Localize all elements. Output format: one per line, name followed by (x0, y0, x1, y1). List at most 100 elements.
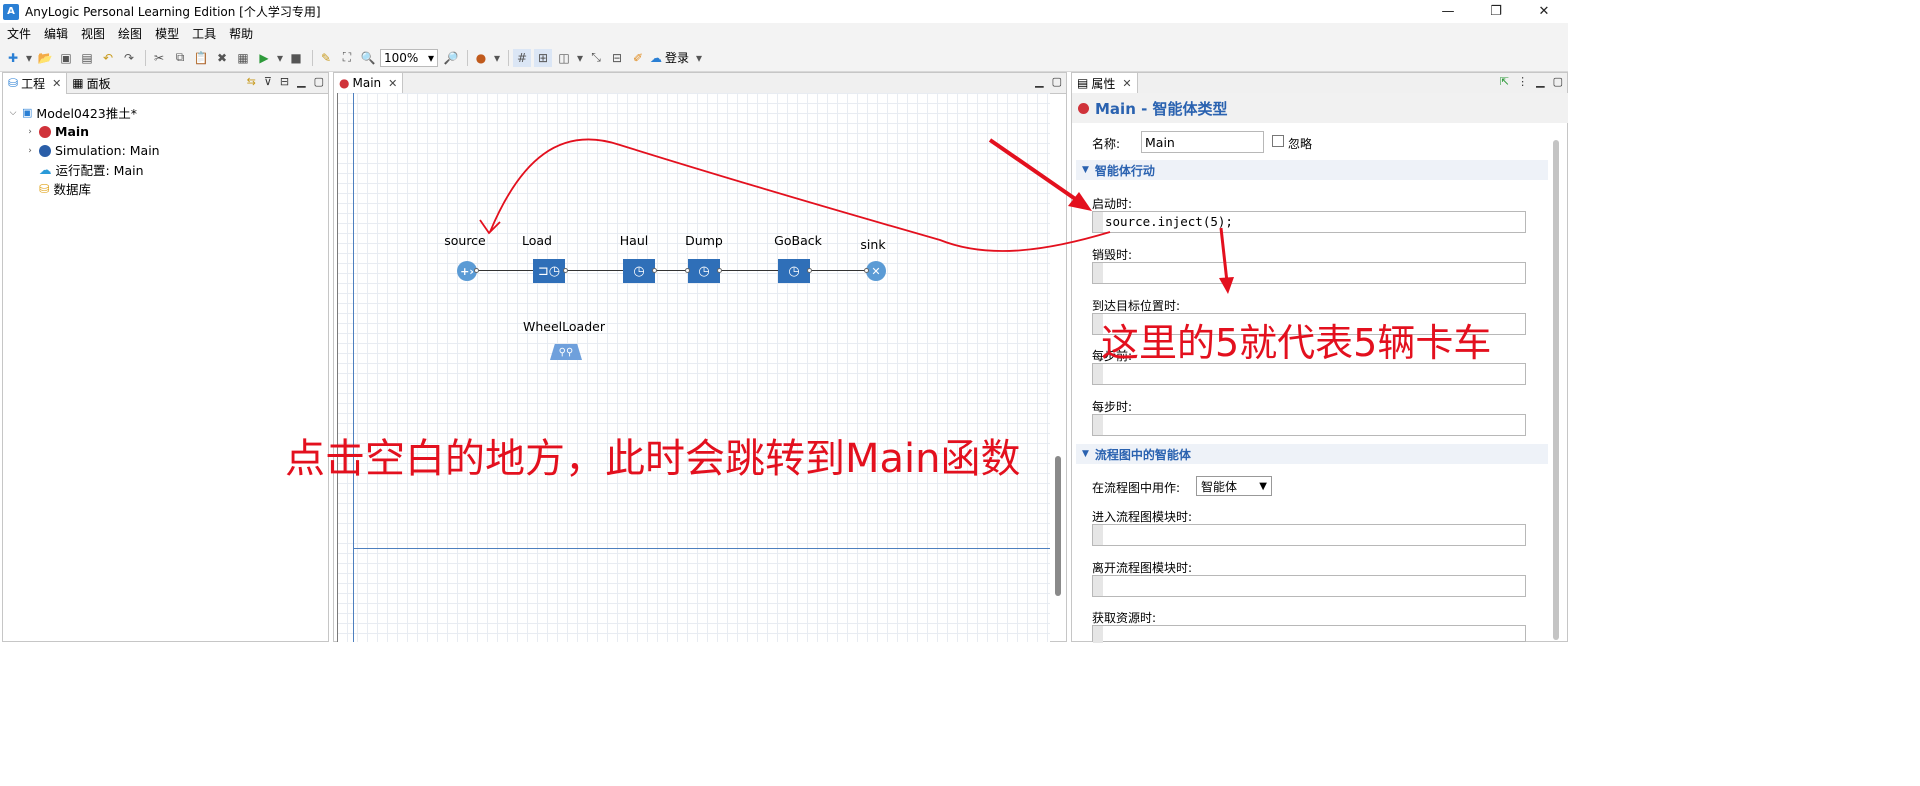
maximize-panel-icon[interactable]: ▢ (1553, 75, 1563, 88)
snap-icon[interactable]: ⊞ (534, 48, 552, 67)
close-button[interactable]: ✕ (1520, 0, 1568, 23)
close-icon[interactable]: ✕ (1122, 77, 1131, 90)
connector[interactable] (720, 270, 778, 271)
ignore-checkbox[interactable] (1272, 135, 1284, 147)
open-icon[interactable]: 📂 (36, 49, 54, 67)
new-icon[interactable]: ✚ (4, 49, 22, 67)
menu-tools[interactable]: 工具 (186, 25, 222, 42)
close-icon[interactable]: ✕ (388, 77, 397, 90)
tree-item-model[interactable]: ⌵ ▣ Model0423推土* (8, 103, 137, 122)
dropdown-arrow-icon[interactable]: ▾ (25, 49, 33, 67)
tab-main[interactable]: ● Main ✕ (334, 72, 404, 94)
cut-icon[interactable]: ✂ (150, 49, 168, 67)
delay-block-icon[interactable]: ◷ (623, 259, 655, 283)
delay-block-icon[interactable]: ◷ (688, 259, 720, 283)
port-icon[interactable] (474, 268, 479, 273)
graphical-editor-canvas[interactable] (337, 93, 1050, 642)
minimize-panel-icon[interactable]: ▁ (1035, 75, 1043, 88)
animation-icon[interactable]: ● (472, 49, 490, 67)
undo-icon[interactable]: ↶ (99, 49, 117, 67)
pencil-icon[interactable]: ✎ (317, 49, 335, 67)
code-marker (1093, 525, 1103, 545)
export-icon[interactable]: ⇱ (1500, 75, 1509, 88)
connector[interactable] (477, 270, 535, 271)
save-icon[interactable]: ▣ (57, 49, 75, 67)
login-dropdown-icon[interactable]: ▾ (695, 49, 703, 67)
tree-item-run-config[interactable]: ☁ 运行配置: Main (39, 160, 144, 179)
delay-block-icon[interactable]: ◷ (778, 259, 810, 283)
connector[interactable] (810, 270, 868, 271)
restore-button[interactable]: ❐ (1472, 0, 1520, 23)
on-exit-block-code-field[interactable] (1092, 575, 1526, 597)
zoom-select[interactable]: 100% ▾ (380, 48, 438, 67)
on-startup-code-field[interactable]: source.inject(5); (1092, 211, 1526, 233)
port-icon[interactable] (717, 268, 722, 273)
port-icon[interactable] (563, 268, 568, 273)
chevron-right-icon[interactable]: › (25, 146, 35, 156)
animation-dropdown-icon[interactable]: ▾ (493, 49, 501, 67)
on-seize-code-field[interactable] (1092, 625, 1526, 643)
link-icon[interactable]: ⇆ (247, 75, 256, 88)
paste-icon[interactable]: 📋 (192, 49, 210, 67)
on-enter-block-code-field[interactable] (1092, 524, 1526, 546)
maximize-panel-icon[interactable]: ▢ (314, 75, 324, 88)
port-icon[interactable] (652, 268, 657, 273)
sink-block-icon[interactable]: ✕ (866, 261, 886, 281)
editor-scrollbar[interactable] (1055, 456, 1061, 596)
zoom-in-icon[interactable]: 🔎 (442, 49, 460, 67)
collapse-icon[interactable]: ⊟ (280, 75, 289, 88)
port-icon[interactable] (864, 268, 869, 273)
tree-item-database[interactable]: ⛁ 数据库 (39, 179, 91, 198)
port-icon[interactable] (807, 268, 812, 273)
save-all-icon[interactable]: ▤ (78, 49, 96, 67)
zoom-out-icon[interactable]: 🔍 (359, 49, 377, 67)
port-icon[interactable] (685, 268, 690, 273)
layers-dropdown-icon[interactable]: ▾ (576, 49, 584, 67)
redo-icon[interactable]: ↷ (120, 49, 138, 67)
chevron-down-icon[interactable]: ⌵ (8, 108, 18, 118)
stop-icon[interactable]: ■ (287, 49, 305, 67)
connector-icon[interactable]: ⤡ (587, 49, 605, 67)
name-field[interactable]: Main (1141, 131, 1264, 153)
align-icon[interactable]: ⊟ (608, 49, 626, 67)
more-options-icon[interactable]: ⋮ (1517, 75, 1528, 88)
connector[interactable] (566, 270, 624, 271)
section-agent-actions[interactable]: ▼ 智能体行动 (1076, 160, 1548, 180)
filter-icon[interactable]: ⊽ (264, 75, 272, 88)
section-agent-in-flowchart[interactable]: ▼ 流程图中的智能体 (1076, 444, 1548, 464)
on-destroy-code-field[interactable] (1092, 262, 1526, 284)
grid-icon[interactable]: # (513, 48, 531, 67)
close-icon[interactable]: ✕ (52, 77, 61, 90)
tree-item-main[interactable]: › Main (25, 122, 89, 141)
minimize-panel-icon[interactable]: ▁ (1536, 75, 1544, 88)
menu-draw[interactable]: 绘图 (112, 25, 148, 42)
chevron-right-icon[interactable]: › (25, 127, 35, 137)
properties-scrollbar[interactable] (1553, 140, 1559, 640)
use-in-flowchart-select[interactable]: 智能体 ▼ (1196, 476, 1272, 496)
menu-help[interactable]: 帮助 (223, 25, 259, 42)
menu-view[interactable]: 视图 (75, 25, 111, 42)
zoom-fit-icon[interactable]: ⛶ (338, 49, 356, 67)
run-icon[interactable]: ▶ (255, 49, 273, 67)
connector[interactable] (655, 270, 689, 271)
build-icon[interactable]: ▦ (234, 49, 252, 67)
minimize-panel-icon[interactable]: ▁ (297, 75, 305, 88)
tree-item-simulation[interactable]: › Simulation: Main (25, 141, 159, 160)
marker-icon[interactable]: ✐ (629, 49, 647, 67)
on-step-code-field[interactable] (1092, 414, 1526, 436)
tab-palette[interactable]: ▦ 面板 (67, 73, 115, 94)
login-button[interactable]: ☁ 登录 (650, 49, 689, 66)
layers-icon[interactable]: ◫ (555, 49, 573, 67)
copy-icon[interactable]: ⧉ (171, 49, 189, 67)
delete-icon[interactable]: ✖ (213, 49, 231, 67)
tab-project[interactable]: ⛁ 工程 ✕ (3, 72, 68, 94)
menu-model[interactable]: 模型 (149, 25, 185, 42)
tab-properties[interactable]: ▤ 属性 ✕ (1072, 72, 1138, 94)
menu-edit[interactable]: 编辑 (38, 25, 74, 42)
maximize-panel-icon[interactable]: ▢ (1052, 75, 1062, 88)
minimize-button[interactable]: — (1424, 0, 1472, 23)
resource-pool-icon[interactable]: ⚲⚲ (550, 344, 582, 360)
run-dropdown-icon[interactable]: ▾ (276, 49, 284, 67)
seize-delay-block-icon[interactable]: ⊐◷ (533, 259, 565, 283)
menu-file[interactable]: 文件 (1, 25, 37, 42)
